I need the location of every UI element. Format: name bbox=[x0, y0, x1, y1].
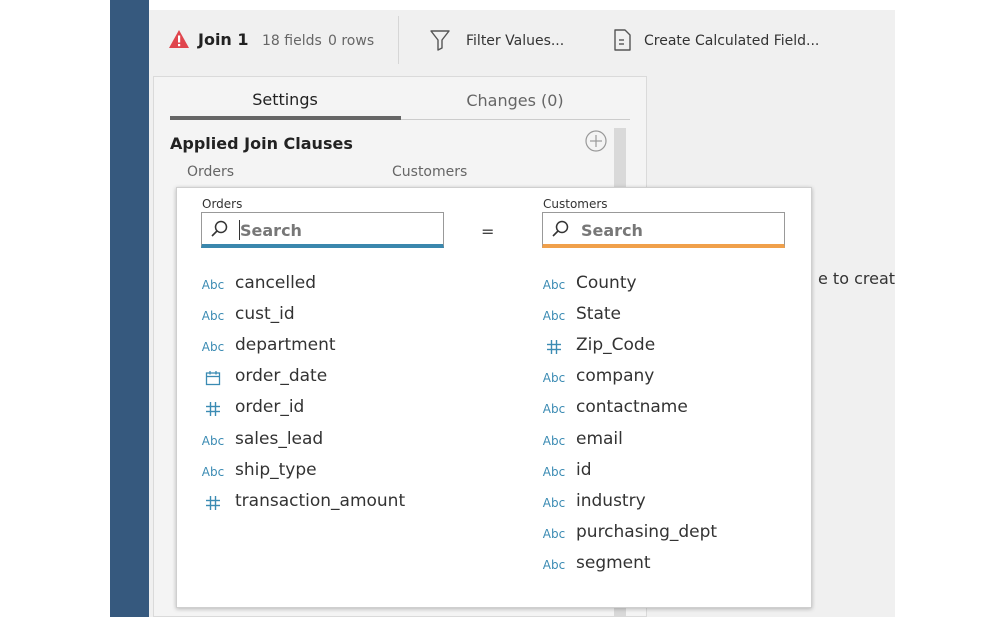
field-name: State bbox=[576, 304, 621, 325]
string-type-icon: Abc bbox=[201, 309, 225, 324]
string-type-icon: Abc bbox=[542, 495, 566, 510]
add-join-clause-icon[interactable] bbox=[585, 130, 607, 152]
string-type-icon: Abc bbox=[201, 464, 225, 479]
orders-field-row[interactable]: order_date bbox=[200, 366, 440, 398]
orders-field-row[interactable]: Abc ship_type bbox=[200, 459, 440, 492]
create-calculated-field-button[interactable]: Create Calculated Field... bbox=[644, 33, 819, 49]
warning-icon bbox=[169, 30, 189, 48]
orders-field-row[interactable]: Abc sales_lead bbox=[200, 428, 440, 461]
customers-field-row[interactable]: Abc segment bbox=[541, 552, 781, 585]
number-type-icon bbox=[200, 495, 226, 511]
calculated-field-icon[interactable] bbox=[612, 28, 632, 52]
field-name: industry bbox=[576, 490, 646, 511]
field-name: order_id bbox=[235, 397, 305, 418]
field-name: department bbox=[235, 335, 336, 356]
customers-field-row[interactable]: Abc State bbox=[541, 304, 781, 336]
field-name: transaction_amount bbox=[235, 490, 406, 511]
customers-field-row[interactable]: Abc company bbox=[541, 366, 781, 398]
string-type-icon: Abc bbox=[201, 278, 225, 292]
string-type-icon: Abc bbox=[201, 433, 225, 448]
search-icon bbox=[552, 220, 569, 237]
customers-field-row[interactable]: Abc contactname bbox=[541, 397, 781, 429]
number-type-icon bbox=[541, 339, 567, 355]
customers-field-row[interactable]: Abc email bbox=[541, 428, 781, 461]
filter-values-button[interactable]: Filter Values... bbox=[466, 33, 564, 49]
string-type-icon: Abc bbox=[542, 371, 566, 386]
field-name: company bbox=[576, 366, 655, 387]
string-type-icon: Abc bbox=[542, 278, 566, 292]
string-type-icon: Abc bbox=[542, 464, 566, 479]
orders-search-input[interactable]: Search bbox=[201, 212, 444, 248]
step-name: Join 1 bbox=[198, 30, 249, 49]
field-name: sales_lead bbox=[235, 428, 324, 449]
active-tab-indicator bbox=[170, 116, 401, 120]
search-icon bbox=[211, 220, 228, 237]
field-name: ship_type bbox=[235, 459, 317, 480]
orders-search-placeholder: Search bbox=[240, 221, 302, 240]
string-type-icon: Abc bbox=[201, 340, 225, 355]
canvas-hint-text: e to creat bbox=[818, 269, 895, 288]
applied-join-clauses-title: Applied Join Clauses bbox=[170, 134, 353, 153]
toolbar-divider bbox=[398, 16, 399, 64]
field-name: segment bbox=[576, 552, 651, 573]
left-sidebar-strip bbox=[110, 0, 149, 617]
customers-label: Customers bbox=[543, 197, 608, 211]
join-operator: = bbox=[481, 222, 495, 241]
field-name: contactname bbox=[576, 397, 688, 418]
orders-column-header: Orders bbox=[187, 164, 235, 180]
customers-field-row[interactable]: Abc purchasing_dept bbox=[541, 521, 781, 554]
string-type-icon: Abc bbox=[542, 309, 566, 324]
string-type-icon: Abc bbox=[542, 433, 566, 448]
field-name: Zip_Code bbox=[576, 335, 656, 356]
orders-label: Orders bbox=[202, 197, 243, 211]
customers-field-row[interactable]: Abc industry bbox=[541, 490, 781, 523]
field-name: id bbox=[576, 459, 592, 480]
customers-field-row[interactable]: Zip_Code bbox=[541, 335, 781, 367]
field-name: email bbox=[576, 428, 623, 449]
customers-field-row[interactable]: Abc County bbox=[541, 273, 781, 305]
orders-field-row[interactable]: Abc department bbox=[200, 335, 440, 367]
customers-field-row[interactable]: Abc id bbox=[541, 459, 781, 492]
string-type-icon: Abc bbox=[542, 402, 566, 417]
field-name: County bbox=[576, 273, 637, 293]
field-name: cancelled bbox=[235, 273, 317, 293]
date-type-icon bbox=[200, 370, 226, 386]
field-name: cust_id bbox=[235, 304, 295, 325]
tab-settings[interactable]: Settings bbox=[170, 90, 400, 109]
string-type-icon: Abc bbox=[542, 557, 566, 572]
orders-field-row[interactable]: Abc cust_id bbox=[200, 304, 440, 336]
field-name: purchasing_dept bbox=[576, 521, 718, 542]
customers-search-placeholder: Search bbox=[581, 221, 643, 240]
tab-changes[interactable]: Changes (0) bbox=[400, 91, 630, 110]
filter-icon[interactable] bbox=[429, 28, 451, 52]
string-type-icon: Abc bbox=[542, 526, 566, 541]
customers-column-header: Customers bbox=[392, 164, 468, 180]
tab-divider bbox=[401, 119, 630, 120]
orders-field-row[interactable]: order_id bbox=[200, 397, 440, 429]
number-type-icon bbox=[200, 401, 226, 417]
orders-field-row[interactable]: Abc cancelled bbox=[200, 273, 440, 305]
customers-search-input[interactable]: Search bbox=[542, 212, 785, 248]
orders-field-row[interactable]: transaction_amount bbox=[200, 490, 440, 523]
field-count: 18 fields bbox=[262, 33, 322, 49]
row-count: 0 rows bbox=[328, 33, 375, 49]
field-name: order_date bbox=[235, 366, 328, 387]
